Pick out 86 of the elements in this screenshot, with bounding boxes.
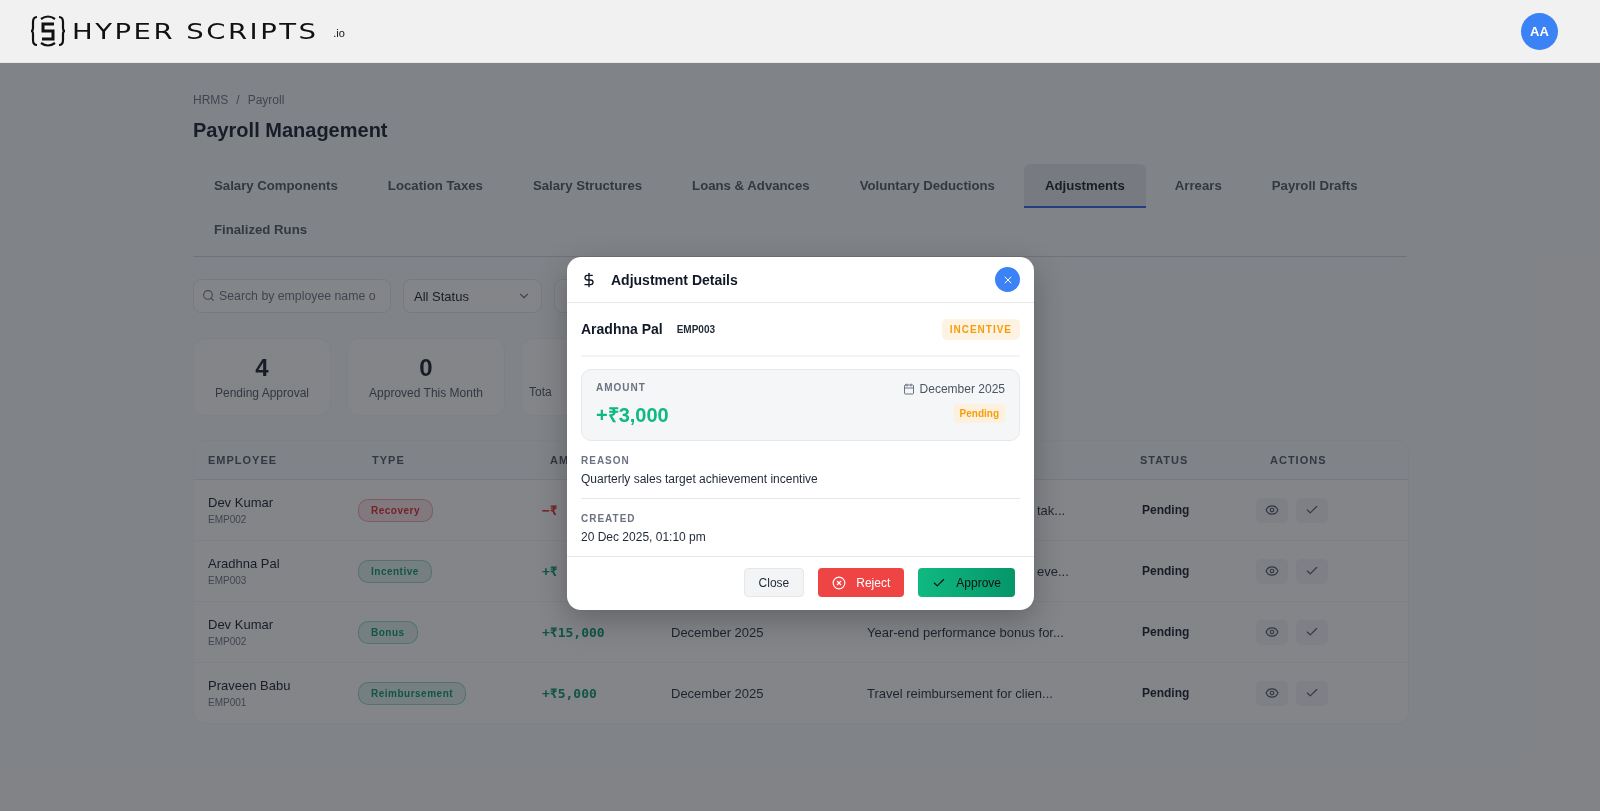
dollar-icon	[581, 271, 597, 288]
tab[interactable]: Voluntary Deductions	[838, 164, 1016, 208]
column-header: STATUS	[1140, 454, 1189, 466]
eye-icon	[1265, 686, 1279, 700]
calendar-icon	[902, 383, 915, 395]
created-date: 20 Dec 2025, 01:10 pm	[581, 530, 707, 544]
status: Pending	[1141, 564, 1191, 578]
employee-name: Dev Kumar	[208, 617, 275, 632]
close-button[interactable]	[995, 267, 1020, 292]
reason-text: Quarterly sales target achievement incentive	[581, 472, 819, 486]
created-label: CREATED	[581, 513, 637, 524]
search-icon	[202, 289, 215, 302]
amount-label: AMOUNT	[596, 382, 646, 393]
approve-button[interactable]	[1296, 497, 1328, 523]
check-icon	[1305, 686, 1319, 700]
amount-value: +₹3,000	[596, 403, 669, 428]
stat-value: 4	[255, 354, 269, 382]
dialog-title: Adjustment Details	[611, 271, 739, 288]
column-header: AM	[550, 454, 570, 466]
tab[interactable]: Payroll Drafts	[1250, 164, 1379, 208]
status: Pending	[1141, 625, 1191, 639]
tab[interactable]: Loans & Advances	[671, 164, 831, 208]
breadcrumb-item[interactable]: HRMS	[193, 93, 229, 107]
tab[interactable]: Salary Components	[193, 164, 359, 208]
amount: +₹	[541, 563, 559, 579]
column-header: TYPE	[372, 454, 405, 466]
stat-label: Pending Approval	[214, 386, 310, 400]
logo-text: HYPER SCRIPTS	[72, 18, 319, 44]
amount: +₹5,000	[541, 685, 598, 701]
stat-value: 0	[419, 354, 433, 382]
month: December 2025	[919, 382, 1005, 396]
tab[interactable]: Arrears	[1153, 164, 1243, 208]
reason: Year-end performance bonus for...	[867, 624, 1065, 640]
type-badge: INCENTIVE	[941, 318, 1020, 340]
check-icon	[1305, 564, 1319, 578]
employee-id: EMP002	[208, 514, 248, 525]
employee-id: EMP002	[208, 636, 248, 647]
view-button[interactable]	[1256, 558, 1288, 584]
view-button[interactable]	[1256, 619, 1288, 645]
logo-suffix: .io	[333, 27, 345, 39]
column-header: ACTIONS	[1270, 454, 1327, 466]
tab[interactable]: Salary Structures	[511, 164, 664, 208]
status: Pending	[1141, 503, 1191, 517]
stat-label: Approved This Month	[369, 386, 483, 400]
eye-icon	[1265, 564, 1279, 578]
month: December 2025	[671, 685, 765, 701]
tab[interactable]: Location Taxes	[366, 164, 504, 208]
column-header: EMPLOYEE	[208, 454, 278, 466]
employee-id: EMP001	[208, 697, 248, 708]
eye-icon	[1265, 503, 1279, 517]
close-button[interactable]: Close	[743, 568, 805, 597]
employee-name: Dev Kumar	[208, 495, 275, 510]
x-circle-icon	[832, 575, 847, 590]
status: Pending	[1141, 686, 1191, 700]
reject-button[interactable]: Reject	[818, 568, 905, 597]
breadcrumb-item[interactable]: Payroll	[247, 93, 285, 107]
employee-name: Aradhna Pal	[208, 556, 281, 571]
breadcrumb-separator: /	[236, 93, 240, 107]
user-avatar[interactable]: AA	[1521, 12, 1558, 50]
reason-label: REASON	[581, 455, 631, 466]
approve-button[interactable]	[1296, 680, 1328, 706]
logo-icon	[30, 13, 66, 49]
approve-button[interactable]	[1296, 619, 1328, 645]
reason: Travel reimbursement for clien...	[867, 685, 1054, 701]
amount: +₹15,000	[541, 624, 606, 640]
month: December 2025	[671, 624, 765, 640]
status-dropdown[interactable]: All Status	[403, 279, 542, 313]
search-field[interactable]: Search by employee name o	[193, 279, 391, 313]
check-icon	[1305, 625, 1319, 639]
employee-name: Aradhna Pal	[581, 321, 663, 337]
reason: tak...	[1036, 502, 1067, 518]
tab[interactable]: Finalized Runs	[193, 208, 329, 252]
approve-button[interactable]	[1296, 558, 1328, 584]
check-icon	[1305, 503, 1319, 517]
page-title: Payroll Management	[193, 119, 389, 142]
employee-name: Praveen Babu	[208, 678, 292, 693]
reason: eve...	[1036, 563, 1070, 579]
view-button[interactable]	[1256, 680, 1288, 706]
approve-button[interactable]: Approve	[918, 568, 1015, 597]
employee-id: EMP003	[676, 323, 717, 335]
eye-icon	[1265, 625, 1279, 639]
tab[interactable]: Adjustments	[1023, 164, 1146, 208]
employee-id: EMP003	[208, 575, 248, 586]
view-button[interactable]	[1256, 497, 1288, 523]
stat-label: Tota	[528, 385, 552, 399]
status-badge: Pending	[953, 404, 1005, 423]
